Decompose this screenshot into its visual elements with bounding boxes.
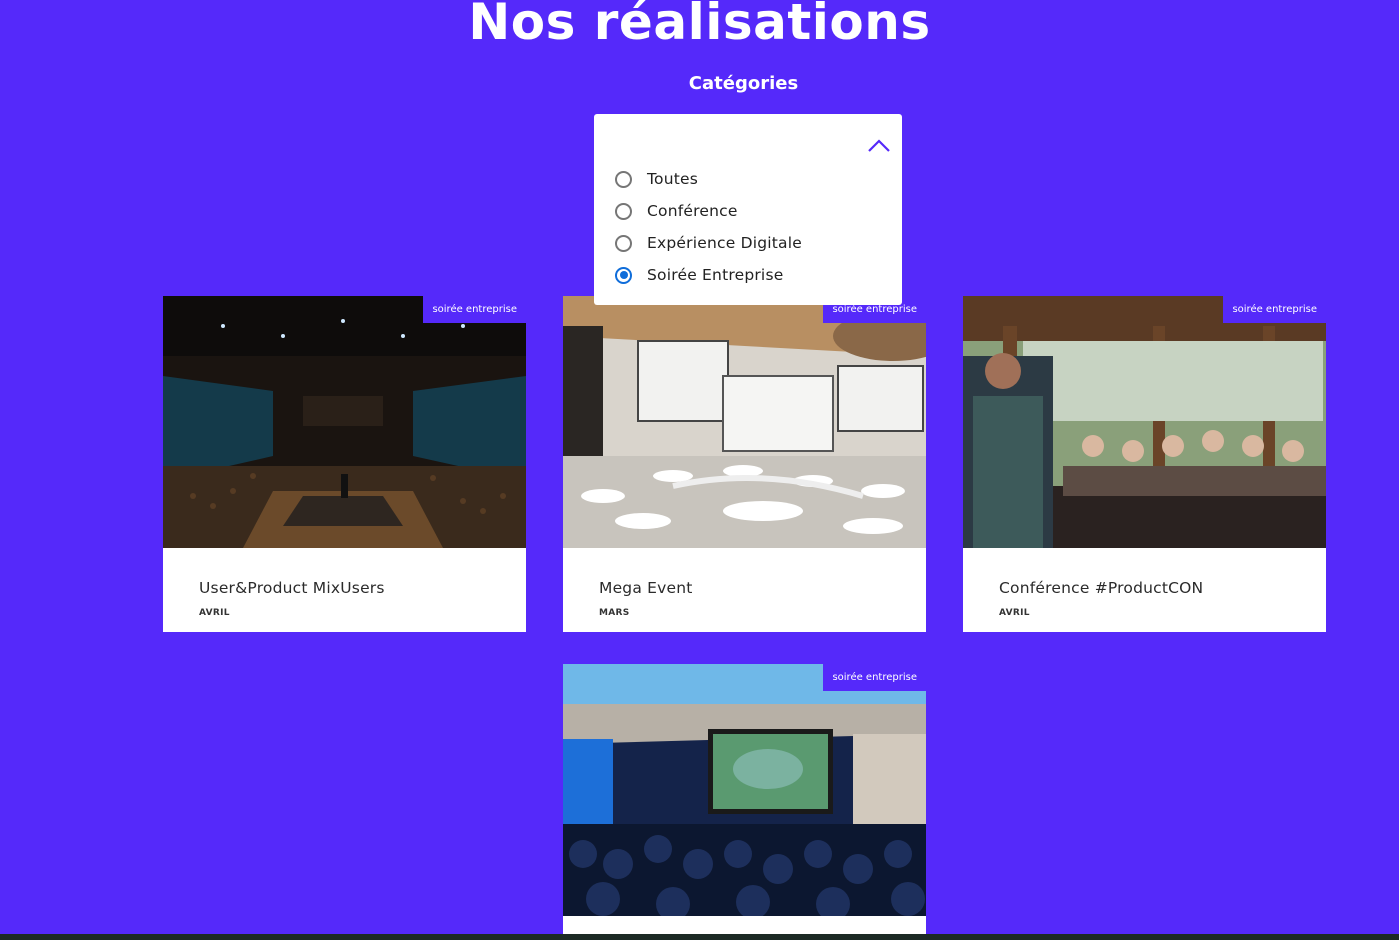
- category-option-label: Conférence: [647, 202, 738, 220]
- category-badge: soirée entreprise: [823, 664, 926, 691]
- category-option-label: Expérience Digitale: [647, 234, 802, 252]
- page-title: Nos réalisations: [468, 0, 931, 51]
- project-card[interactable]: soirée entreprise: [563, 664, 926, 934]
- category-option-experience-digitale[interactable]: Expérience Digitale: [614, 231, 802, 255]
- screening-audience-photo: [563, 664, 926, 916]
- radio-button-conference[interactable]: [615, 202, 632, 220]
- radio-button-soiree-entreprise[interactable]: [615, 266, 632, 284]
- project-card[interactable]: soirée entreprise User&Product MixUsers …: [163, 296, 526, 632]
- card-title[interactable]: Conférence #ProductCON: [999, 579, 1203, 597]
- conference-stage-photo: [163, 296, 526, 548]
- page-bottom-edge: [0, 934, 1399, 940]
- category-option-conference[interactable]: Conférence: [614, 199, 738, 223]
- card-title[interactable]: Mega Event: [599, 579, 693, 597]
- categories-label: Catégories: [688, 73, 799, 94]
- card-date: MARS: [599, 608, 630, 618]
- empty-hall-photo: [563, 296, 926, 548]
- category-option-soiree-entreprise[interactable]: Soirée Entreprise: [614, 263, 783, 287]
- card-date: AVRIL: [999, 608, 1030, 618]
- category-option-label: Soirée Entreprise: [647, 266, 784, 284]
- radio-button-toutes[interactable]: [615, 170, 632, 188]
- project-card[interactable]: soirée entreprise Conférence #ProductCON…: [963, 296, 1326, 632]
- category-badge: soirée entreprise: [1223, 296, 1326, 323]
- category-filter-dropdown[interactable]: Toutes Conférence Expérience Digitale So…: [594, 114, 902, 305]
- category-option-toutes[interactable]: Toutes: [614, 167, 698, 191]
- card-title[interactable]: User&Product MixUsers: [199, 579, 385, 597]
- project-card[interactable]: soirée entreprise Mega Event MARS: [563, 296, 926, 632]
- dinner-speaker-photo: [963, 296, 1326, 548]
- card-date: AVRIL: [199, 608, 230, 618]
- category-badge: soirée entreprise: [423, 296, 526, 323]
- category-option-label: Toutes: [647, 170, 699, 188]
- chevron-up-icon[interactable]: [866, 136, 892, 156]
- radio-button-experience-digitale[interactable]: [615, 234, 632, 252]
